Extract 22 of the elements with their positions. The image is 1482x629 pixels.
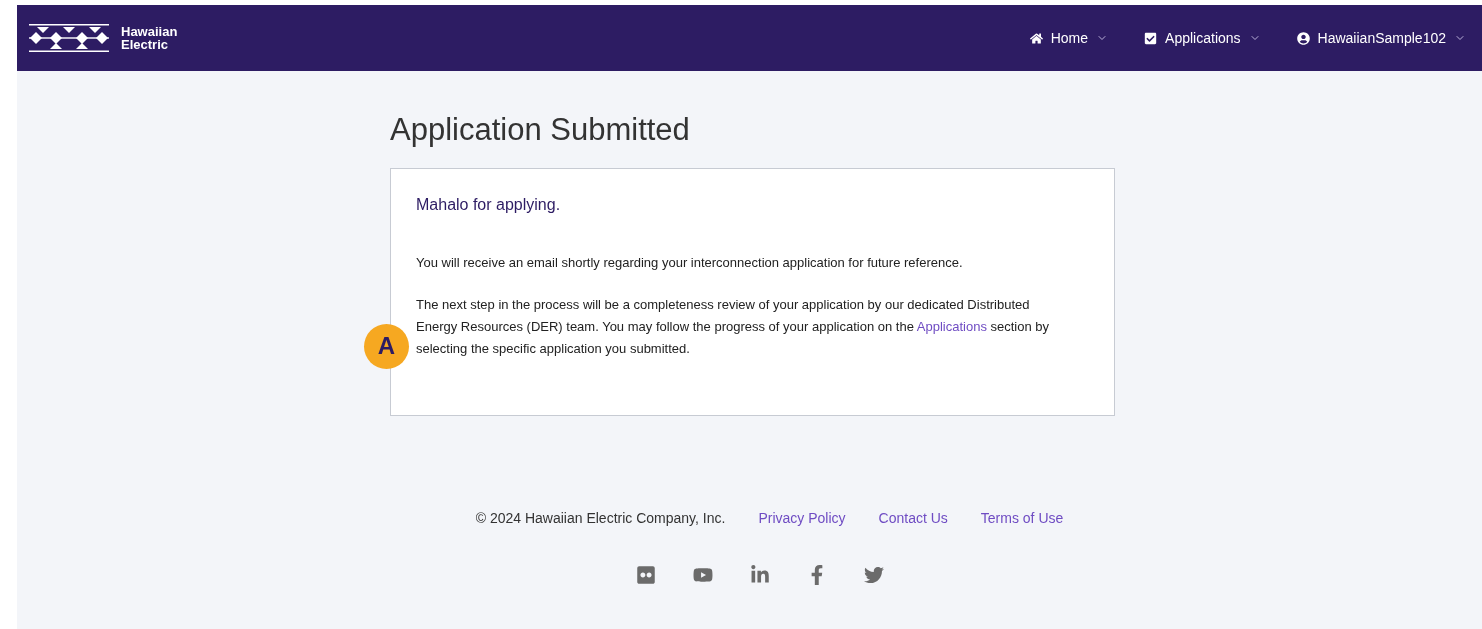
applications-link[interactable]: Applications <box>916 319 987 334</box>
square-dots-icon[interactable] <box>635 564 656 585</box>
callout-badge: A <box>364 323 409 369</box>
nav-menu[interactable]: HawaiianSample102 <box>1296 27 1466 49</box>
copyright-text: © 2024 Hawaiian Electric Company, Inc. <box>475 508 726 528</box>
footer-link[interactable]: Contact Us <box>878 507 948 529</box>
next-step-text: The next step in the process will be a completeness review of your application by our dedicated Distributed Energy Resources (DER) team. You may follow the progress of your application on the Applications section by selecting the specific application you submitted. <box>416 296 1051 358</box>
checkbox-icon <box>1144 31 1158 45</box>
nav-menu[interactable]: Home <box>1029 27 1109 49</box>
bird-icon[interactable] <box>863 564 884 585</box>
home-icon <box>1029 31 1043 45</box>
nav-menu[interactable]: Applications <box>1144 27 1261 49</box>
card-heading: Mahalo for applying. <box>416 194 562 215</box>
logo-icon <box>29 23 109 53</box>
user-icon <box>1296 31 1310 45</box>
footer-link[interactable]: Terms of Use <box>980 507 1064 529</box>
confirmation-text: You will receive an email shortly regarding your interconnection application for future reference. <box>416 253 964 272</box>
page-title: Application Submitted <box>390 111 691 149</box>
logo-text: Electric <box>121 38 169 51</box>
footer-link[interactable]: Privacy Policy <box>758 507 846 529</box>
in-letters-icon[interactable] <box>749 564 770 585</box>
logo-text: Hawaiian <box>121 25 178 38</box>
